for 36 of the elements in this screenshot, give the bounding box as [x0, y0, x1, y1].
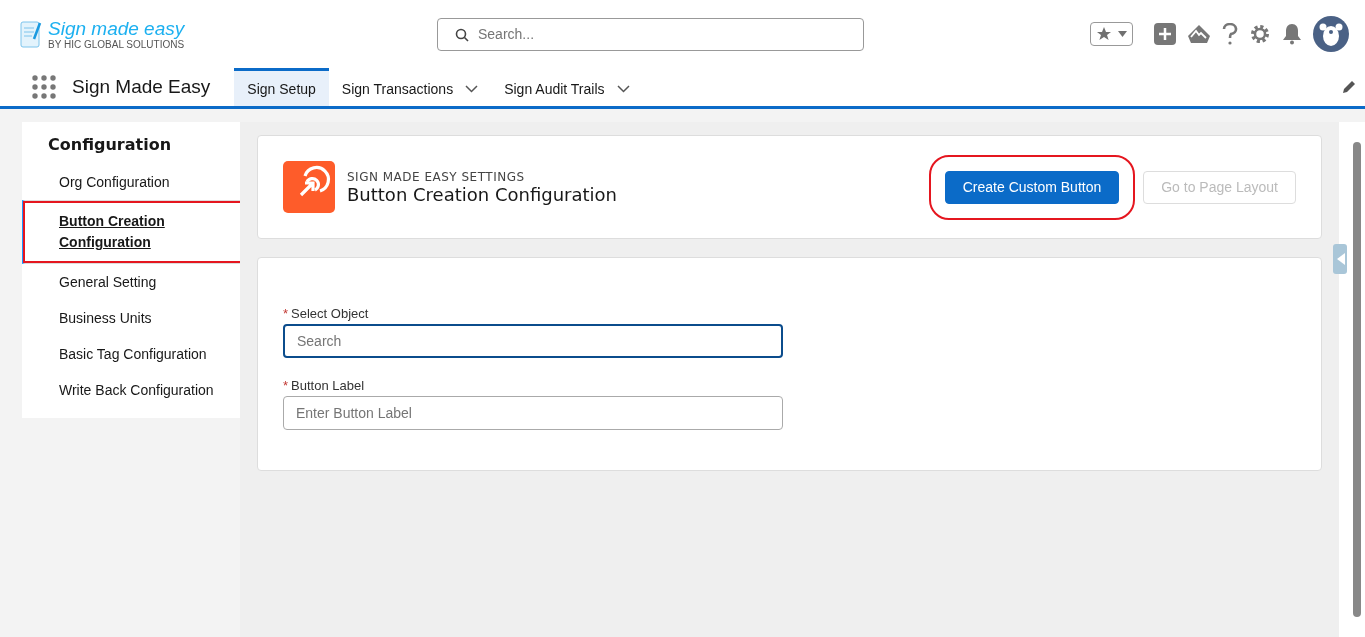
avatar-icon[interactable] — [1313, 16, 1349, 52]
help-icon[interactable] — [1222, 23, 1238, 45]
input-field[interactable]: Enter Button Label — [283, 396, 783, 430]
brand-title: Sign made easy — [48, 18, 185, 38]
nav-tab[interactable]: Sign Setup — [234, 68, 329, 106]
sidebar-title: Configuration — [47, 134, 173, 156]
document-logo-icon — [20, 19, 42, 49]
app-launcher-icon[interactable] — [32, 75, 56, 99]
input-field[interactable]: Search — [283, 324, 783, 358]
settings-icon[interactable] — [1249, 23, 1271, 45]
sidebar-item[interactable]: Business Units — [22, 300, 240, 336]
app-logo-icon — [283, 161, 335, 213]
chevron-down-icon[interactable] — [616, 84, 630, 93]
sidebar-item[interactable]: Write Back Configuration — [22, 372, 240, 408]
brand-subtitle: BY HIC GLOBAL SOLUTIONS — [48, 39, 185, 50]
nav-tab[interactable]: Sign Audit Trails — [491, 68, 643, 106]
field-label: * Select Object — [283, 306, 370, 321]
notification-bell-icon[interactable] — [1282, 23, 1302, 45]
star-icon — [1096, 26, 1112, 42]
chevron-down-icon[interactable] — [465, 84, 479, 93]
search-field[interactable]: Search... — [437, 17, 864, 51]
add-icon[interactable] — [1154, 23, 1176, 45]
favorites-button[interactable] — [1090, 22, 1133, 46]
caret-icon — [1118, 31, 1127, 37]
mountain-icon[interactable] — [1187, 24, 1211, 44]
sidebar-item[interactable]: Basic Tag Configuration — [22, 336, 240, 372]
page-title: Button Creation Configuration — [347, 183, 617, 205]
header-button[interactable]: Create Custom Button — [944, 170, 1120, 204]
field-label: * Button Label — [283, 378, 366, 393]
sidebar-item[interactable]: Org Configuration — [22, 164, 240, 200]
app-name: Sign Made Easy — [72, 76, 211, 98]
sidebar-item[interactable]: General Setting — [22, 264, 240, 300]
scrollbar[interactable] — [1349, 122, 1365, 637]
edit-icon[interactable] — [1341, 79, 1357, 95]
nav-tab[interactable]: Sign Transactions — [328, 68, 492, 106]
page-eyebrow: SIGN MADE EASY SETTINGS — [347, 169, 526, 184]
